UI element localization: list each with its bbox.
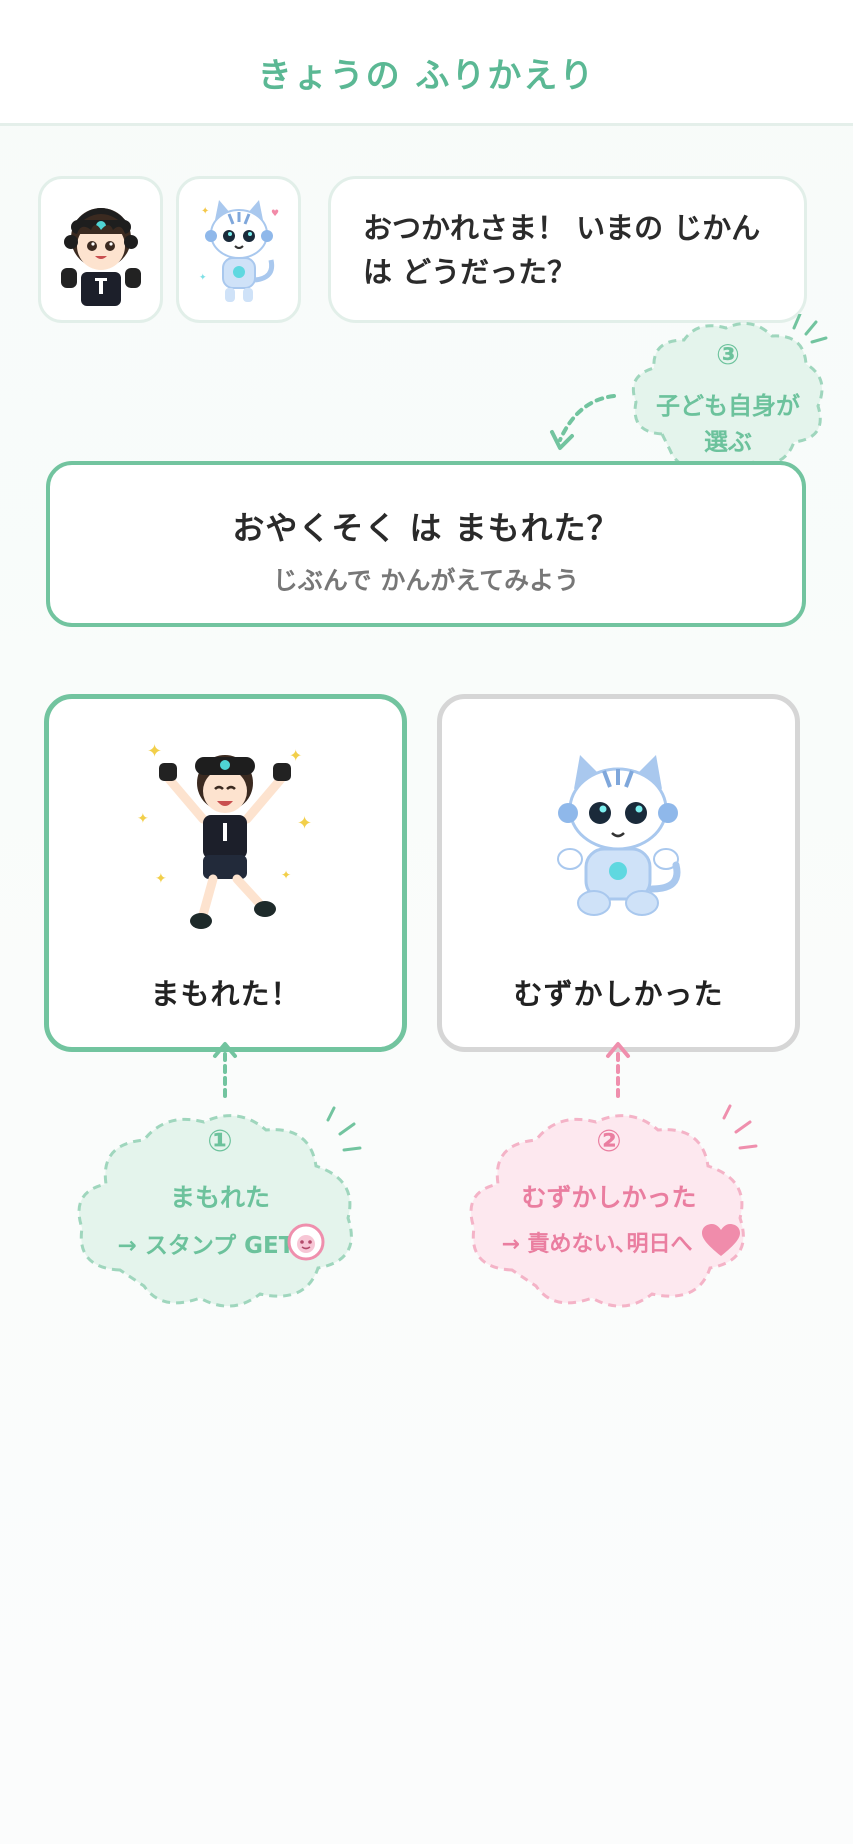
annotation-text-3b: 選ぶ bbox=[704, 428, 752, 456]
annotation-number-1: ① bbox=[207, 1124, 233, 1159]
svg-text:✦: ✦ bbox=[289, 746, 302, 765]
svg-text:♥: ♥ bbox=[271, 209, 279, 219]
boy-avatar bbox=[38, 176, 163, 323]
question-subtitle: じぶんで かんがえてみよう bbox=[272, 566, 580, 595]
svg-text:✦: ✦ bbox=[281, 868, 291, 882]
annotation-cloud-1: ① まもれた → スタンプ GET bbox=[70, 1100, 370, 1320]
choice-difficult-label: むずかしかった bbox=[513, 977, 724, 1011]
jumping-boy-icon: ✦ ✦ ✦ ✦ ✦ ✦ bbox=[137, 741, 312, 929]
svg-text:✦: ✦ bbox=[201, 206, 209, 217]
svg-text:✦: ✦ bbox=[137, 811, 149, 827]
annotation-cloud-2: ② むずかしかった → 責めない､明日へ bbox=[462, 1100, 772, 1320]
stamp-face-icon bbox=[287, 1223, 325, 1261]
page-title: きょうの ふりかえり bbox=[257, 56, 596, 96]
choice-difficult-button[interactable]: むずかしかった bbox=[437, 694, 800, 1052]
annotation-cloud-3: ③ 子ども自身が 選ぶ bbox=[622, 314, 834, 484]
sitting-robot-cat-icon bbox=[557, 755, 681, 916]
robot-cat-avatar: ✦ ♥ ✦ bbox=[176, 176, 301, 323]
choice-kept-label: まもれた！ bbox=[150, 977, 301, 1011]
question-card: おやくそく は まもれた？ じぶんで かんがえてみよう bbox=[46, 461, 806, 627]
heart-icon bbox=[702, 1224, 740, 1256]
chat-message: おつかれさま！ いまの じかんは どうだった？ bbox=[328, 176, 807, 323]
annotation-number-2: ② bbox=[596, 1124, 622, 1159]
arrow-up-icon bbox=[213, 1042, 237, 1098]
annotation-number-3: ③ bbox=[716, 338, 740, 371]
choice-kept-button[interactable]: ✦ ✦ ✦ ✦ ✦ ✦ まもれた！ bbox=[44, 694, 407, 1052]
svg-text:✦: ✦ bbox=[297, 813, 312, 834]
svg-text:✦: ✦ bbox=[147, 741, 162, 762]
curved-arrow-icon bbox=[550, 394, 616, 450]
svg-text:✦: ✦ bbox=[155, 871, 167, 887]
annotation-text-3a: 子ども自身が bbox=[656, 392, 800, 420]
svg-text:✦: ✦ bbox=[199, 273, 207, 283]
question-title: おやくそく は まもれた？ bbox=[232, 509, 620, 547]
robot-cat-avatar-icon: ✦ ♥ ✦ bbox=[199, 199, 279, 302]
app-header: きょうの ふりかえり bbox=[0, 0, 853, 126]
annotation-text-2a: むずかしかった bbox=[521, 1183, 697, 1212]
boy-avatar-icon bbox=[60, 207, 141, 306]
arrow-up-icon bbox=[606, 1042, 630, 1098]
annotation-text-1a: まもれた bbox=[169, 1183, 270, 1212]
